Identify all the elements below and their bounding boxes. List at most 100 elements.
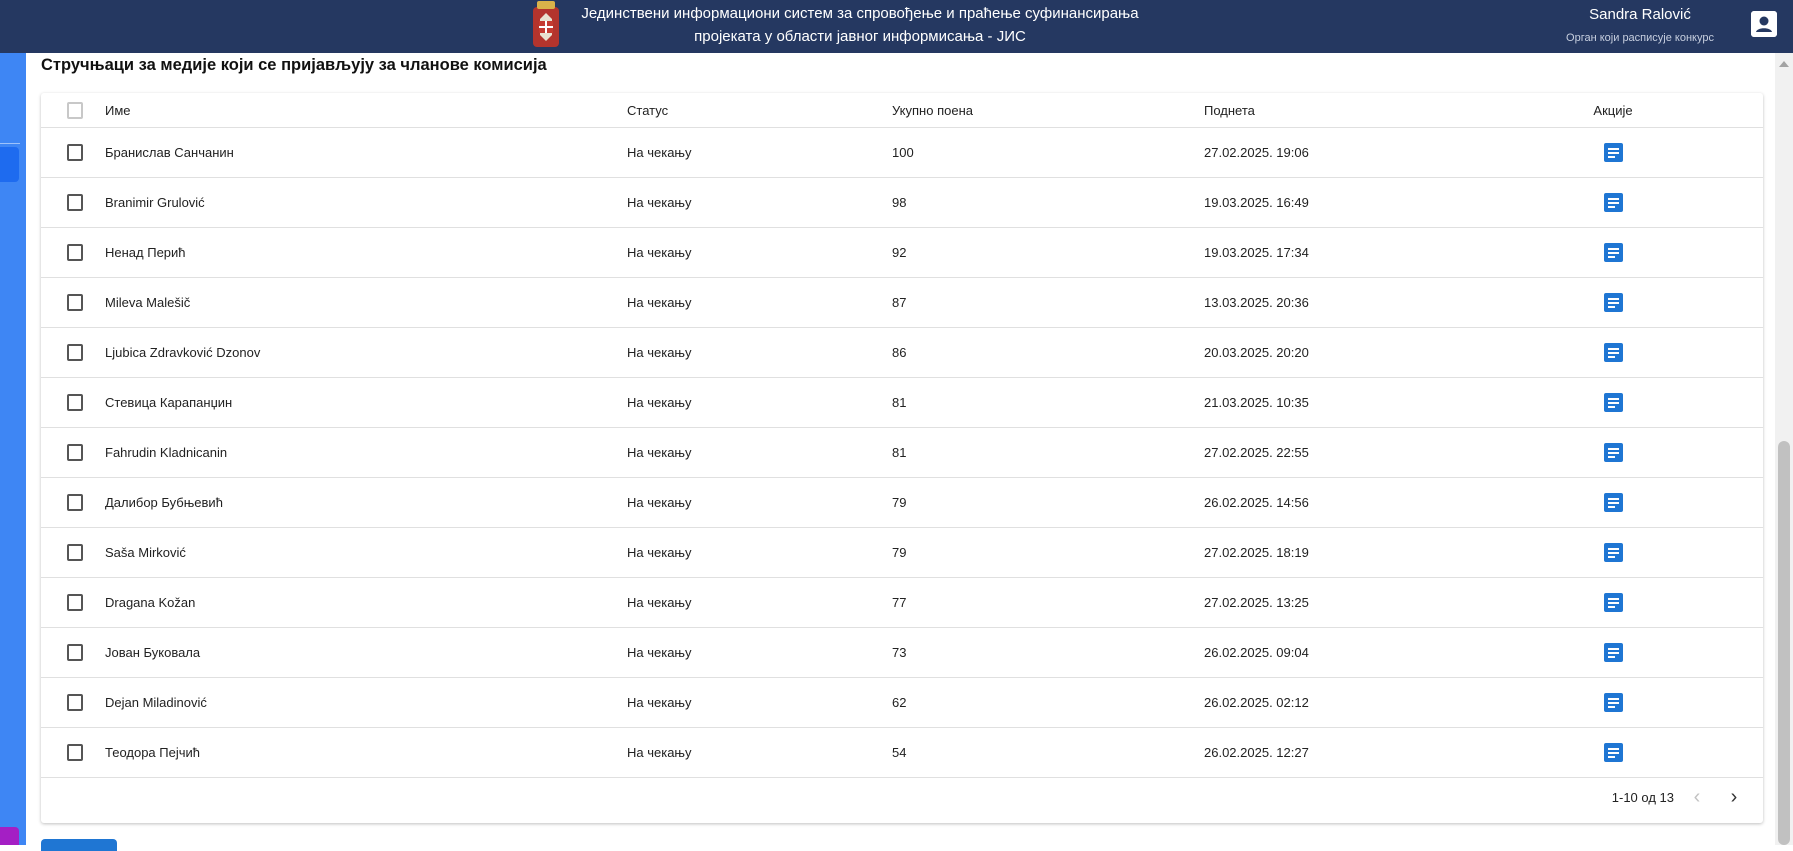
document-details-icon[interactable] bbox=[1603, 742, 1623, 762]
row-name: Ненад Перић bbox=[105, 244, 186, 260]
row-points: 98 bbox=[892, 194, 907, 210]
column-header-submitted[interactable]: Поднета bbox=[1204, 93, 1255, 127]
account-icon[interactable] bbox=[1751, 11, 1777, 37]
row-actions bbox=[1583, 127, 1643, 177]
sidebar-active-item[interactable] bbox=[0, 147, 19, 182]
table-row[interactable]: Dejan Miladinović На чекању 62 26.02.2025. … bbox=[41, 677, 1763, 728]
bottom-action-button[interactable] bbox=[41, 839, 117, 851]
row-checkbox-cell bbox=[67, 177, 83, 227]
row-status: На чекању bbox=[627, 394, 692, 410]
scrollbar-thumb[interactable] bbox=[1778, 441, 1790, 845]
table-row[interactable]: Mileva Malešič На чекању 87 13.03.2025. 20:… bbox=[41, 277, 1763, 328]
row-checkbox-cell bbox=[67, 577, 83, 627]
row-checkbox[interactable] bbox=[67, 293, 83, 311]
row-checkbox[interactable] bbox=[67, 543, 83, 561]
document-details-icon[interactable] bbox=[1603, 542, 1623, 562]
experts-table: Име Статус Укупно поена Поднета Акције Б… bbox=[41, 93, 1763, 823]
document-details-icon[interactable] bbox=[1603, 192, 1623, 212]
row-checkbox-cell bbox=[67, 127, 83, 177]
document-details-icon[interactable] bbox=[1603, 292, 1623, 312]
table-header-row: Име Статус Укупно поена Поднета Акције bbox=[41, 93, 1763, 128]
sidebar-divider bbox=[0, 143, 20, 144]
row-actions bbox=[1583, 727, 1643, 777]
row-checkbox[interactable] bbox=[67, 243, 83, 261]
row-points: 62 bbox=[892, 694, 907, 710]
row-points: 86 bbox=[892, 344, 907, 360]
row-checkbox[interactable] bbox=[67, 193, 83, 211]
row-checkbox-cell bbox=[67, 327, 83, 377]
row-checkbox[interactable] bbox=[67, 143, 83, 161]
select-all-checkbox[interactable] bbox=[67, 101, 83, 119]
row-submitted: 26.02.2025. 14:56 bbox=[1204, 494, 1309, 510]
document-details-icon[interactable] bbox=[1603, 442, 1623, 462]
row-status: На чекању bbox=[627, 594, 692, 610]
document-details-icon[interactable] bbox=[1603, 642, 1623, 662]
column-header-points[interactable]: Укупно поена bbox=[892, 93, 973, 127]
row-submitted: 26.02.2025. 09:04 bbox=[1204, 644, 1309, 660]
chevron-left-icon[interactable]: ‹ bbox=[1685, 785, 1709, 809]
row-name: Dejan Miladinović bbox=[105, 694, 207, 710]
page-scrollbar[interactable] bbox=[1775, 53, 1793, 845]
row-submitted: 19.03.2025. 16:49 bbox=[1204, 194, 1309, 210]
table-row[interactable]: Теодора Пејчић На чекању 54 26.02.2025. 12:… bbox=[41, 727, 1763, 778]
row-status: На чекању bbox=[627, 444, 692, 460]
table-row[interactable]: Ненад Перић На чекању 92 19.03.2025. 17:34 bbox=[41, 227, 1763, 278]
row-checkbox[interactable] bbox=[67, 393, 83, 411]
document-details-icon[interactable] bbox=[1603, 342, 1623, 362]
table-row[interactable]: Dragana Kožan На чекању 77 27.02.2025. 13:2… bbox=[41, 577, 1763, 628]
chevron-right-icon[interactable]: › bbox=[1722, 785, 1746, 809]
row-points: 100 bbox=[892, 144, 914, 160]
row-checkbox[interactable] bbox=[67, 343, 83, 361]
table-row[interactable]: Бранислав Санчанин На чекању 100 27.02.2025… bbox=[41, 127, 1763, 178]
row-submitted: 20.03.2025. 20:20 bbox=[1204, 344, 1309, 360]
document-details-icon[interactable] bbox=[1603, 242, 1623, 262]
row-submitted: 27.02.2025. 13:25 bbox=[1204, 594, 1309, 610]
select-all-cell bbox=[67, 93, 83, 127]
document-details-icon[interactable] bbox=[1603, 142, 1623, 162]
row-status: На чекању bbox=[627, 144, 692, 160]
column-header-status[interactable]: Статус bbox=[627, 93, 668, 127]
row-checkbox[interactable] bbox=[67, 693, 83, 711]
row-checkbox-cell bbox=[67, 477, 83, 527]
table-row[interactable]: Branimir Grulović На чекању 98 19.03.2025. … bbox=[41, 177, 1763, 228]
user-info: Sandra Ralović Орган који расписује конк… bbox=[1550, 6, 1730, 45]
table-row[interactable]: Saša Mirković На чекању 79 27.02.2025. 18:1… bbox=[41, 527, 1763, 578]
section-title: Стручњаци за медије који се пријављују з… bbox=[41, 56, 547, 74]
row-name: Branimir Grulović bbox=[105, 194, 205, 210]
row-status: На чекању bbox=[627, 494, 692, 510]
document-details-icon[interactable] bbox=[1603, 592, 1623, 612]
row-points: 81 bbox=[892, 394, 907, 410]
table-row[interactable]: Fahrudin Kladnicanin На чекању 81 27.02.202… bbox=[41, 427, 1763, 478]
table-row[interactable]: Ljubica Zdravković Dzonov На чекању 86 20.0… bbox=[41, 327, 1763, 378]
table-row[interactable]: Далибор Бубњевић На чекању 79 26.02.2025. 1… bbox=[41, 477, 1763, 528]
row-checkbox[interactable] bbox=[67, 643, 83, 661]
row-status: На чекању bbox=[627, 344, 692, 360]
row-submitted: 27.02.2025. 22:55 bbox=[1204, 444, 1309, 460]
row-checkbox[interactable] bbox=[67, 743, 83, 761]
row-checkbox-cell bbox=[67, 377, 83, 427]
row-points: 79 bbox=[892, 494, 907, 510]
pagination: 1-10 од 13 ‹ › bbox=[1363, 773, 1763, 823]
table-row[interactable]: Стевица Карапанџин На чекању 81 21.03.2025.… bbox=[41, 377, 1763, 428]
document-details-icon[interactable] bbox=[1603, 492, 1623, 512]
row-name: Јован Буковала bbox=[105, 644, 201, 660]
scroll-up-arrow-icon[interactable] bbox=[1779, 61, 1789, 67]
row-name: Теодора Пејчић bbox=[105, 744, 200, 760]
row-name: Fahrudin Kladnicanin bbox=[105, 444, 228, 460]
document-details-icon[interactable] bbox=[1603, 692, 1623, 712]
document-details-icon[interactable] bbox=[1603, 392, 1623, 412]
row-name: Dragana Kožan bbox=[105, 594, 196, 610]
column-header-name[interactable]: Име bbox=[105, 93, 131, 127]
row-points: 54 bbox=[892, 744, 907, 760]
row-checkbox-cell bbox=[67, 527, 83, 577]
row-submitted: 13.03.2025. 20:36 bbox=[1204, 294, 1309, 310]
row-actions bbox=[1583, 327, 1643, 377]
app-title-line-1: Јединствени информациони систем за спров… bbox=[581, 5, 1139, 22]
sidebar-bottom-item[interactable] bbox=[0, 827, 19, 845]
table-row[interactable]: Јован Буковала На чекању 73 26.02.2025. 09:… bbox=[41, 627, 1763, 678]
row-checkbox[interactable] bbox=[67, 493, 83, 511]
row-status: На чекању bbox=[627, 244, 692, 260]
row-checkbox[interactable] bbox=[67, 593, 83, 611]
row-submitted: 27.02.2025. 18:19 bbox=[1204, 544, 1309, 560]
row-checkbox[interactable] bbox=[67, 443, 83, 461]
